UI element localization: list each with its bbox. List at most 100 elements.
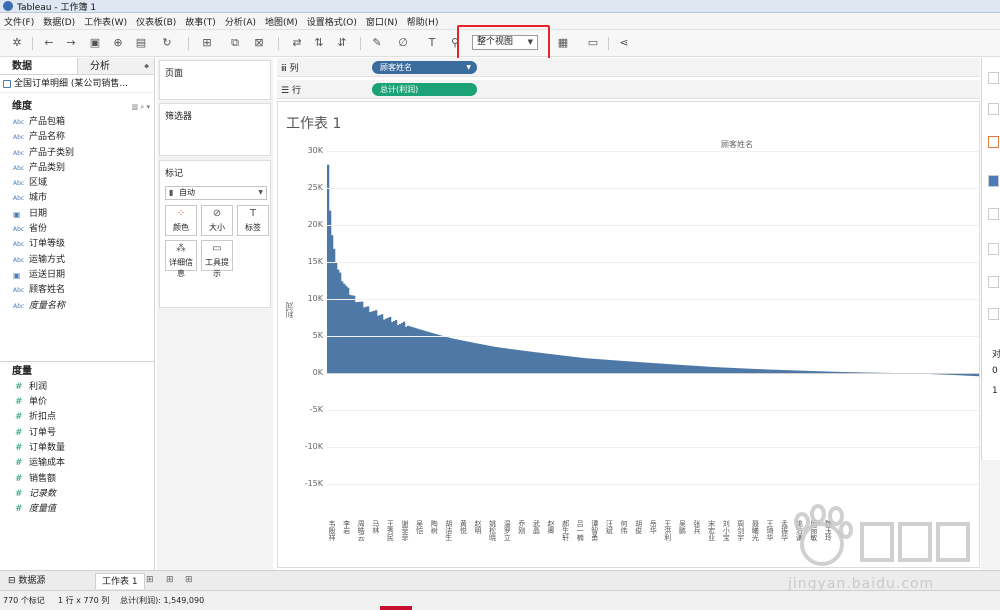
profit-bar[interactable]: [559, 355, 562, 373]
profit-bar[interactable]: [621, 360, 624, 373]
dimension-field[interactable]: Abc 度量名称: [0, 299, 154, 314]
size-button[interactable]: ⊘ 大小: [201, 205, 233, 236]
dimension-field[interactable]: Abc 产品类别: [0, 161, 154, 176]
profit-bar[interactable]: [703, 366, 706, 373]
profit-bar[interactable]: [573, 356, 576, 373]
filters-card[interactable]: 筛选器: [159, 103, 271, 156]
profit-bar[interactable]: [463, 340, 466, 373]
profit-bar[interactable]: [637, 362, 640, 373]
profit-bar[interactable]: [655, 363, 658, 373]
profit-bar[interactable]: [501, 347, 504, 373]
profit-bar[interactable]: [457, 339, 460, 373]
profit-bar[interactable]: [667, 364, 670, 373]
profit-bar[interactable]: [593, 358, 596, 373]
profit-bar[interactable]: [385, 318, 388, 373]
menu-story[interactable]: 故事(T): [185, 15, 216, 28]
profit-bar[interactable]: [603, 359, 606, 373]
redo-icon[interactable]: →: [64, 36, 78, 50]
profit-bar[interactable]: [447, 337, 450, 373]
profit-bar[interactable]: [409, 326, 412, 373]
profit-bar[interactable]: [579, 357, 582, 373]
profit-bar[interactable]: [485, 345, 488, 373]
profit-bar[interactable]: [627, 361, 630, 373]
chart-type-selected-icon[interactable]: [988, 136, 999, 148]
profit-bar[interactable]: [491, 346, 494, 373]
sheet-title[interactable]: 工作表 1: [286, 113, 341, 133]
profit-bar[interactable]: [465, 341, 468, 373]
sort-descending-icon[interactable]: ⇵: [335, 36, 349, 50]
profit-bar[interactable]: [577, 357, 580, 373]
menu-window[interactable]: 窗口(N): [366, 15, 398, 28]
profit-bar[interactable]: [449, 337, 452, 373]
profit-bar[interactable]: [649, 362, 652, 373]
new-worksheet-icon[interactable]: ⊞: [200, 36, 214, 50]
profit-bar[interactable]: [517, 349, 520, 373]
profit-bar[interactable]: [685, 365, 688, 373]
menu-data[interactable]: 数据(D): [43, 15, 75, 28]
new-story-tab-icon[interactable]: ⊞: [185, 575, 193, 585]
profit-bar[interactable]: [407, 325, 410, 373]
profit-bar[interactable]: [375, 310, 378, 373]
measure-field[interactable]: # 利润: [0, 380, 154, 395]
new-dashboard-tab-icon[interactable]: ⊞: [166, 575, 174, 585]
profit-bar[interactable]: [625, 361, 628, 373]
dimension-field[interactable]: ▣ 运送日期: [0, 268, 154, 283]
profit-bar[interactable]: [503, 348, 506, 373]
profit-bar[interactable]: [599, 359, 602, 373]
label-button[interactable]: T 标签: [237, 205, 269, 236]
profit-bar[interactable]: [381, 314, 384, 373]
profit-bar[interactable]: [525, 351, 528, 373]
profit-bar[interactable]: [337, 269, 340, 373]
profit-bar[interactable]: [555, 354, 558, 373]
dimension-field[interactable]: Abc 产品名称: [0, 130, 154, 145]
profit-bar[interactable]: [393, 321, 396, 373]
profit-bar[interactable]: [575, 357, 578, 373]
profit-bar[interactable]: [683, 365, 686, 373]
profit-bar[interactable]: [673, 364, 676, 373]
dimension-field[interactable]: Abc 区域: [0, 176, 154, 191]
profit-bar[interactable]: [653, 363, 656, 373]
profit-bar[interactable]: [701, 366, 704, 373]
profit-bar[interactable]: [699, 366, 702, 373]
measure-field[interactable]: # 订单数量: [0, 441, 154, 456]
profit-bar[interactable]: [695, 365, 698, 373]
profit-bar[interactable]: [489, 345, 492, 373]
profit-bar[interactable]: [541, 353, 544, 373]
profit-bar[interactable]: [495, 347, 498, 373]
profit-bar[interactable]: [615, 360, 618, 373]
profit-bar[interactable]: [333, 248, 336, 373]
profit-bar[interactable]: [595, 358, 598, 373]
measure-field[interactable]: # 度量值: [0, 502, 154, 517]
profit-bar[interactable]: [669, 364, 672, 373]
profit-bar[interactable]: [629, 361, 632, 373]
profit-bar[interactable]: [461, 340, 464, 373]
pages-card[interactable]: 页面: [159, 60, 271, 100]
profit-bar[interactable]: [475, 343, 478, 373]
profit-bar[interactable]: [561, 355, 564, 373]
profit-bar[interactable]: [363, 307, 366, 373]
profit-bar[interactable]: [347, 287, 350, 373]
profit-bar[interactable]: [519, 350, 522, 373]
profit-bar[interactable]: [341, 281, 344, 373]
profit-bar[interactable]: [411, 326, 414, 373]
profit-bar[interactable]: [563, 355, 566, 373]
profit-bar[interactable]: [371, 311, 374, 373]
columns-pill[interactable]: 顾客姓名 ▼: [372, 61, 477, 74]
profit-bar[interactable]: [515, 349, 518, 373]
profit-bar[interactable]: [639, 362, 642, 373]
profit-bar[interactable]: [437, 334, 440, 373]
menu-file[interactable]: 文件(F): [4, 15, 34, 28]
profit-bar[interactable]: [331, 235, 334, 373]
profit-bar[interactable]: [481, 344, 484, 373]
profit-bar[interactable]: [537, 352, 540, 373]
dimension-field[interactable]: Abc 顾客姓名: [0, 283, 154, 298]
profit-bar[interactable]: [397, 325, 400, 373]
profit-bar[interactable]: [557, 354, 560, 373]
profit-bar[interactable]: [497, 347, 500, 373]
profit-bar[interactable]: [509, 348, 512, 373]
dimension-field[interactable]: Abc 省份: [0, 222, 154, 237]
tab-analysis[interactable]: 分析 ⬥: [77, 58, 154, 74]
datasource-item[interactable]: 全国订单明细 (某公司销售...: [0, 75, 154, 93]
profit-bar[interactable]: [453, 338, 456, 373]
profit-bar[interactable]: [467, 341, 470, 373]
